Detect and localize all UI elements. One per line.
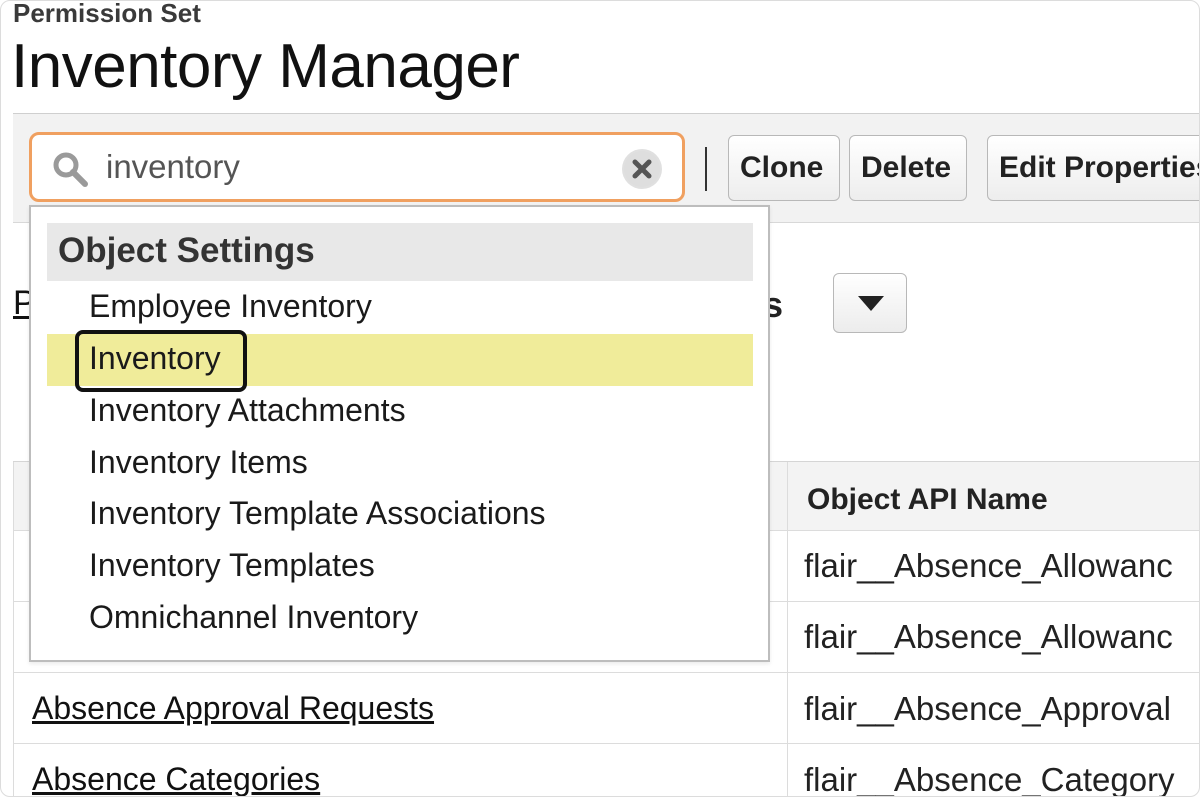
dropdown-item-inventory-attachments[interactable]: Inventory Attachments [47, 386, 753, 438]
dropdown-group-header: Object Settings [47, 223, 753, 281]
dropdown-group-label: Object Settings [58, 231, 315, 270]
dropdown-item-label: Employee Inventory [89, 288, 372, 324]
dropdown-item-label: Omnichannel Inventory [89, 599, 419, 635]
table-cell: Absence Categories [13, 744, 788, 796]
table-row: Absence Categories flair__Absence_Catego… [13, 744, 1199, 797]
caret-down-icon [858, 296, 884, 311]
dropdown-item-inventory[interactable]: Inventory [47, 330, 753, 392]
dropdown-item-label: Inventory Templates [89, 547, 375, 583]
search-icon [53, 152, 88, 187]
toolbar-divider [705, 147, 707, 191]
section-dropdown-button[interactable] [833, 273, 907, 333]
table-row: Absence Approval Requests flair__Absence… [13, 673, 1199, 744]
window-frame: Permission Set Inventory Manager Clone D… [0, 0, 1200, 797]
dropdown-item-employee-inventory[interactable]: Employee Inventory [47, 282, 753, 334]
dropdown-item-label: Inventory [89, 340, 221, 376]
object-link[interactable]: Absence Categories [32, 761, 320, 796]
api-name-cell: flair__Absence_Category [804, 761, 1175, 797]
table-cell: Absence Approval Requests [13, 673, 788, 743]
dropdown-item-inventory-items[interactable]: Inventory Items [47, 438, 753, 490]
search-box[interactable] [29, 132, 685, 202]
api-name-cell: flair__Absence_Allowanc [804, 547, 1173, 584]
dropdown-item-omnichannel-inventory[interactable]: Omnichannel Inventory [47, 593, 753, 645]
column-header-api-name: Object API Name [807, 483, 1048, 516]
object-link[interactable]: Absence Approval Requests [32, 690, 434, 727]
dropdown-item-inventory-templates[interactable]: Inventory Templates [47, 541, 753, 593]
search-results-dropdown: Object Settings Employee Inventory Inven… [29, 205, 770, 662]
api-name-cell: flair__Absence_Approval [804, 690, 1171, 727]
delete-button[interactable]: Delete [849, 135, 967, 201]
dropdown-item-label: Inventory Attachments [89, 392, 406, 428]
dropdown-item-inventory-template-associations[interactable]: Inventory Template Associations [47, 489, 753, 541]
page-eyebrow: Permission Set [13, 0, 201, 28]
edit-properties-button[interactable]: Edit Properties [987, 135, 1199, 201]
page-title: Inventory Manager [11, 32, 520, 101]
search-input[interactable] [106, 145, 606, 189]
dropdown-item-label: Inventory Template Associations [89, 495, 546, 531]
clone-button[interactable]: Clone [728, 135, 840, 201]
api-name-cell: flair__Absence_Allowanc [804, 618, 1173, 655]
clear-icon[interactable] [622, 149, 662, 189]
dropdown-item-label: Inventory Items [89, 444, 308, 480]
